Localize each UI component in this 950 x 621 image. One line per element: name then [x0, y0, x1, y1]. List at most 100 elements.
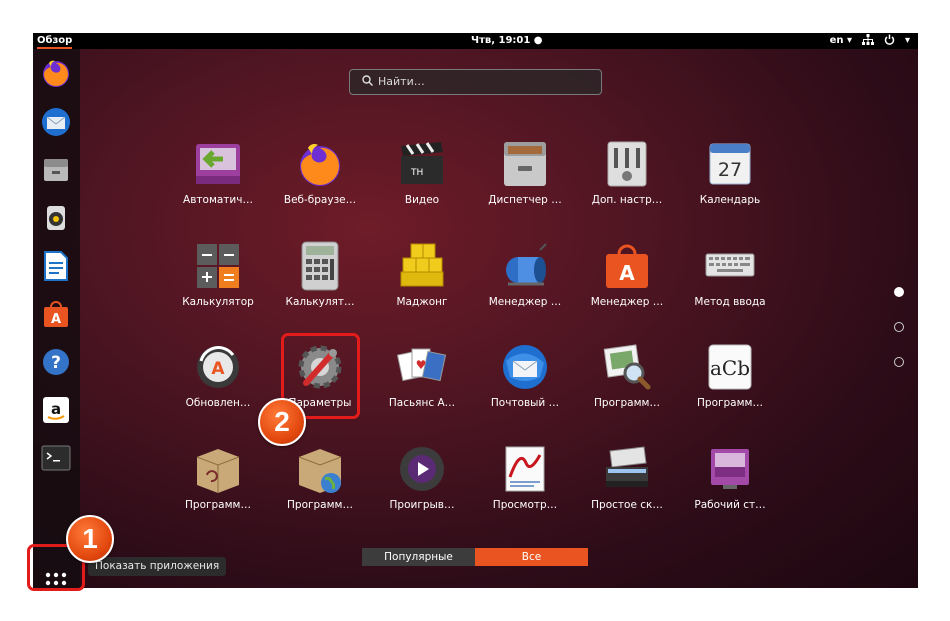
- desktop-screen: Обзор Чтв, 19:01 ● en ▾ ▾ A ? a Найти… А…: [33, 33, 918, 588]
- power-icon[interactable]: [884, 34, 895, 49]
- app-label: Программ…: [185, 499, 251, 511]
- app-filter-tabs: Популярные Все: [362, 548, 588, 566]
- calculator-classic-icon: [301, 241, 339, 291]
- app-label: Программ…: [287, 499, 353, 511]
- dock-rhythmbox-icon[interactable]: [39, 201, 73, 235]
- tweaks-icon: [607, 141, 647, 187]
- page-dot-2[interactable]: [894, 322, 904, 332]
- dock-terminal-icon[interactable]: [39, 441, 73, 475]
- scanner-icon: [606, 446, 648, 487]
- app-web-browser[interactable]: Веб-браузе…: [270, 138, 370, 228]
- app-label: Программ…: [594, 397, 660, 409]
- font-viewer-glyph: aCb: [710, 356, 750, 380]
- app-desktop-sharing[interactable]: Рабочий ст…: [680, 443, 780, 533]
- app-label: Календарь: [699, 194, 761, 206]
- app-package-installer[interactable]: Программ…: [168, 443, 268, 533]
- svg-text:A: A: [619, 261, 635, 285]
- page-dot-1[interactable]: [894, 287, 904, 297]
- app-label: Доп. настр…: [591, 194, 663, 206]
- app-updates[interactable]: A Обновлен…: [168, 341, 268, 431]
- search-input[interactable]: Найти…: [349, 69, 602, 95]
- svg-text:TH: TH: [410, 168, 423, 178]
- mahjong-icon: [400, 243, 444, 287]
- search-placeholder: Найти…: [378, 75, 425, 88]
- software-manager-icon: A: [606, 244, 648, 288]
- dock-firefox-icon[interactable]: [39, 56, 73, 90]
- video-clapper-icon: TH: [401, 142, 443, 184]
- desktop-sharing-icon: [711, 449, 749, 489]
- system-tray[interactable]: en ▾ ▾: [830, 34, 910, 49]
- app-solitaire[interactable]: ♥ Пасьянс А…: [372, 341, 472, 431]
- power-menu-arrow[interactable]: ▾: [905, 34, 910, 49]
- keyboard-icon: [705, 253, 755, 277]
- app-label: Видео: [404, 194, 440, 206]
- app-label: Почтовый …: [490, 397, 560, 409]
- app-label: Диспетчер …: [488, 194, 562, 206]
- app-label: Автоматич…: [183, 194, 253, 206]
- update-icon: A: [197, 346, 239, 388]
- app-label: Простое ск…: [591, 499, 663, 511]
- svg-text:A: A: [211, 359, 225, 379]
- solitaire-icon: ♥: [397, 348, 447, 382]
- dock-amazon-icon[interactable]: a: [39, 393, 73, 427]
- media-player-icon: [400, 447, 444, 491]
- package-installer-icon: [196, 449, 240, 493]
- app-archive-manager[interactable]: Диспетчер …: [475, 138, 575, 228]
- top-bar: Обзор Чтв, 19:01 ● en ▾ ▾: [33, 33, 918, 49]
- tab-all[interactable]: Все: [475, 548, 588, 566]
- app-label: Веб-браузе…: [283, 194, 357, 206]
- app-label: Калькулят…: [285, 296, 355, 308]
- image-viewer-icon: [603, 344, 651, 390]
- app-input-method[interactable]: Метод ввода: [680, 240, 780, 330]
- app-scanner[interactable]: Простое ск…: [577, 443, 677, 533]
- firefox-icon: [300, 144, 340, 186]
- app-video[interactable]: TH Видео: [372, 138, 472, 228]
- calendar-day: 27: [718, 159, 742, 181]
- dock-writer-icon[interactable]: [39, 249, 73, 283]
- svg-text:♥: ♥: [416, 358, 427, 372]
- document-viewer-icon: [505, 446, 545, 492]
- app-label: Менеджер …: [590, 296, 664, 308]
- clock[interactable]: Чтв, 19:01 ●: [471, 34, 543, 47]
- font-viewer-icon: aCb: [708, 344, 752, 390]
- app-label: Программ…: [697, 397, 763, 409]
- app-calculator[interactable]: Калькулятор: [168, 240, 268, 330]
- network-icon[interactable]: [861, 34, 874, 49]
- app-media-player[interactable]: Проигрыв…: [372, 443, 472, 533]
- app-mail[interactable]: Почтовый …: [475, 341, 575, 431]
- tab-popular[interactable]: Популярные: [362, 548, 475, 566]
- app-printer-manager[interactable]: Менеджер …: [475, 240, 575, 330]
- app-label: Обновлен…: [185, 397, 251, 409]
- dock-software-icon[interactable]: A: [39, 297, 73, 331]
- svg-text:a: a: [51, 400, 61, 418]
- app-label: Пасьянс А…: [388, 397, 456, 409]
- app-label: Калькулятор: [182, 296, 254, 308]
- app-image-viewer[interactable]: Программ…: [577, 341, 677, 431]
- auto-import-icon: [196, 144, 240, 184]
- app-font-viewer[interactable]: aCb Программ…: [680, 341, 780, 431]
- calculator-icon: [197, 244, 239, 288]
- package-globe-icon: [298, 449, 342, 493]
- app-mahjong[interactable]: Маджонг: [372, 240, 472, 330]
- app-document-viewer[interactable]: Просмотр…: [475, 443, 575, 533]
- language-indicator[interactable]: en ▾: [830, 34, 852, 49]
- step-2-badge: 2: [258, 398, 306, 446]
- search-icon: [362, 75, 374, 89]
- dock-thunderbird-icon[interactable]: [39, 105, 73, 139]
- page-dot-3[interactable]: [894, 357, 904, 367]
- app-label: Проигрыв…: [389, 499, 455, 511]
- activities-button[interactable]: Обзор: [37, 34, 73, 49]
- dock-help-icon[interactable]: ?: [39, 345, 73, 379]
- app-label: Метод ввода: [694, 296, 766, 308]
- app-label: Просмотр…: [492, 499, 558, 511]
- app-calendar[interactable]: 27 Календарь: [680, 138, 780, 228]
- dock-files-icon[interactable]: [39, 153, 73, 187]
- mail-icon: [503, 345, 547, 389]
- app-tweaks[interactable]: Доп. настр…: [577, 138, 677, 228]
- printer-manager-icon: [506, 243, 547, 286]
- svg-text:?: ?: [51, 353, 61, 373]
- app-auto-import[interactable]: Автоматич…: [168, 138, 268, 228]
- app-package-globe[interactable]: Программ…: [270, 443, 370, 533]
- app-software-manager[interactable]: A Менеджер …: [577, 240, 677, 330]
- app-calculator-classic[interactable]: Калькулят…: [270, 240, 370, 330]
